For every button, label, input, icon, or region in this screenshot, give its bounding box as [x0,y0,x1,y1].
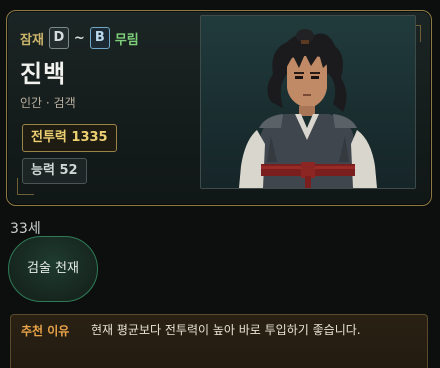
recommendation-text: 현재 평균보다 전투력이 높아 바로 투입하기 좋습니다. [91,323,361,337]
talent-grade-from: D [48,27,69,49]
talent-tilde: ~ [73,30,85,46]
race-class: 인간 · 검객 [20,96,76,110]
character-portrait [200,15,416,189]
recommendation-label: 추천 이유 [21,324,70,338]
swordsman-portrait-icon [239,29,377,188]
recommendation-panel: 추천 이유 현재 평균보다 전투력이 높아 바로 투입하기 좋습니다. [10,314,428,368]
character-name: 진백 [20,60,67,88]
talent-label: 잠재 [20,32,44,48]
talent-range: 잠재 D ~ B 무림 [20,27,139,49]
ability-badge: 능력 52 [22,158,87,184]
faction-label: 무림 [114,32,139,48]
character-age: 33세 [10,221,41,237]
trait-tag[interactable]: 검술 천재 [8,236,98,302]
talent-grade-to: B [89,27,110,49]
combat-power-badge: 전투력 1335 [22,124,117,152]
